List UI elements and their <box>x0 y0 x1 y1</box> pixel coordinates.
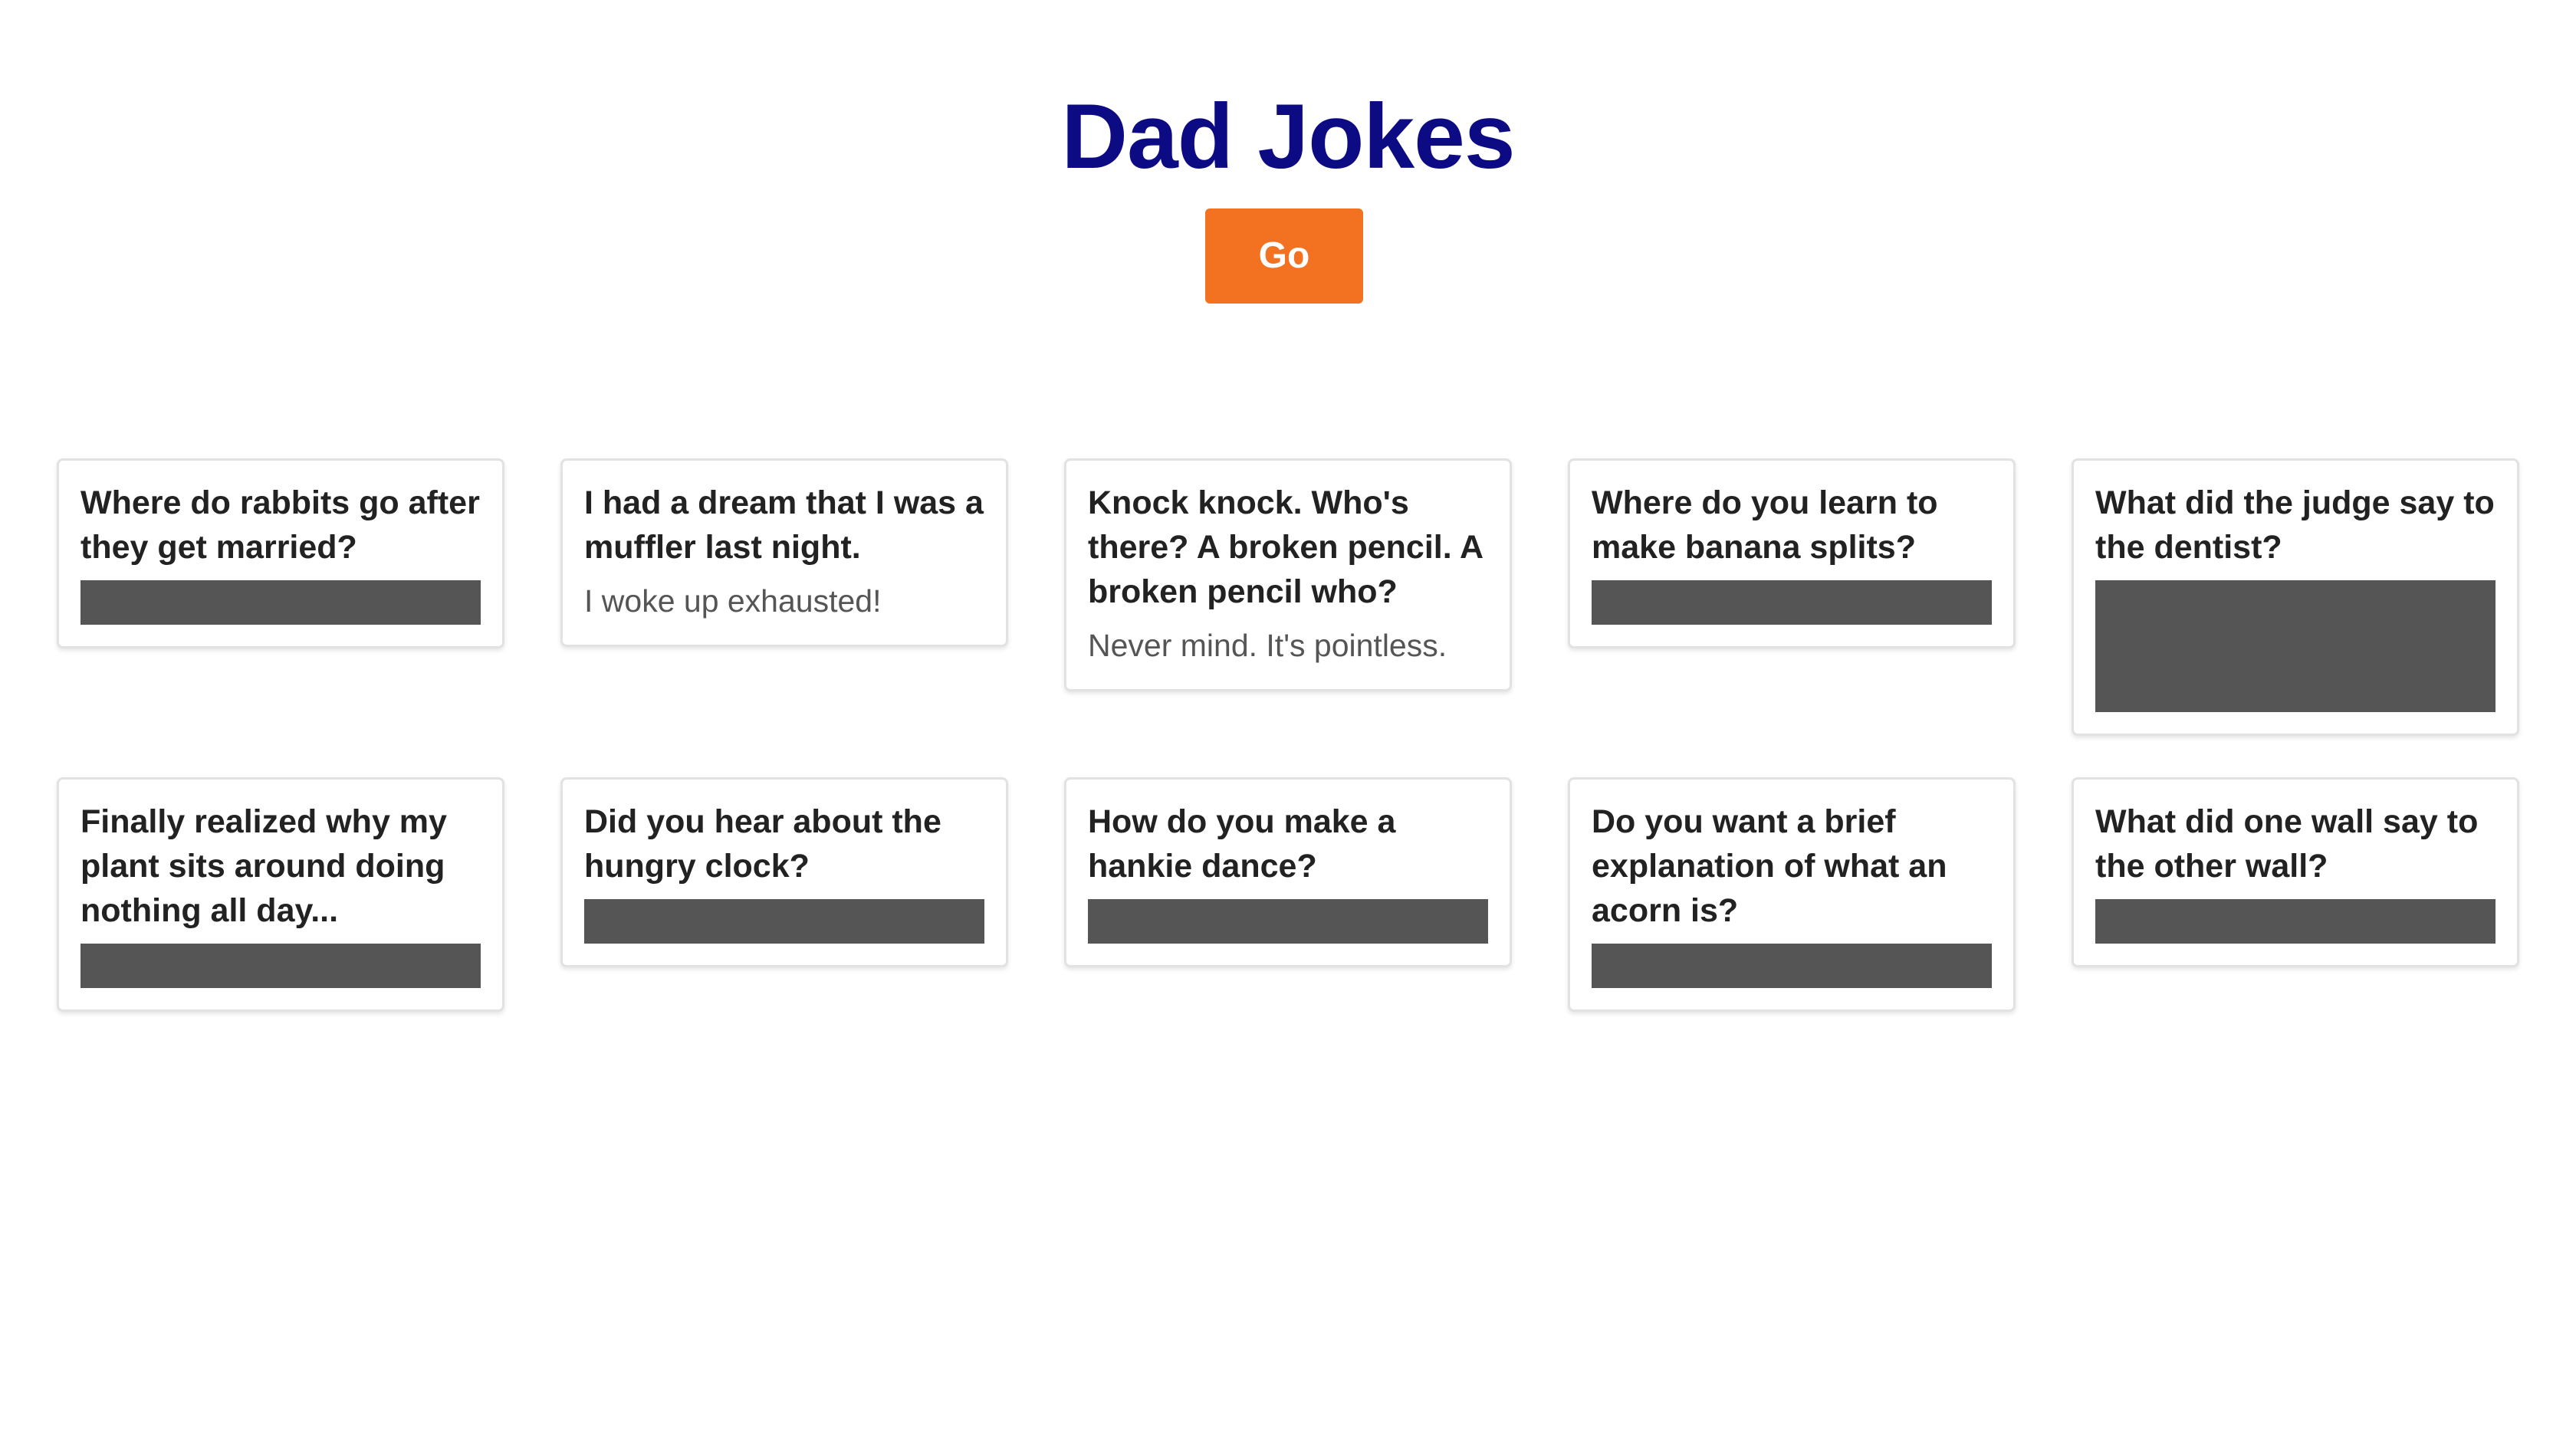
joke-card[interactable]: I had a dream that I was a muffler last … <box>560 458 1008 647</box>
joke-punchline: Never mind. It's pointless. <box>1088 628 1447 663</box>
joke-card[interactable]: What did one wall say to the other wall? <box>2072 777 2519 967</box>
jokes-grid: Where do rabbits go after they get marri… <box>57 458 2521 1012</box>
joke-setup: What did one wall say to the other wall? <box>2095 803 2479 885</box>
joke-card[interactable]: What did the judge say to the dentist? <box>2072 458 2519 736</box>
page-title: Dad Jokes <box>1061 85 1515 188</box>
joke-setup: Where do rabbits go after they get marri… <box>80 484 480 566</box>
hidden-punchline[interactable] <box>1088 899 1488 944</box>
joke-card[interactable]: Finally realized why my plant sits aroun… <box>57 777 504 1012</box>
hidden-punchline[interactable] <box>584 899 984 944</box>
hidden-punchline[interactable] <box>80 580 481 625</box>
joke-setup: How do you make a hankie dance? <box>1088 803 1396 885</box>
joke-card[interactable]: Do you want a brief explanation of what … <box>1568 777 2016 1012</box>
joke-punchline: I woke up exhausted! <box>584 583 882 619</box>
go-button[interactable]: Go <box>1205 208 1363 304</box>
hidden-punchline[interactable] <box>1592 580 1992 625</box>
joke-setup: Knock knock. Who's there? A broken penci… <box>1088 484 1483 610</box>
joke-card[interactable]: Where do you learn to make banana splits… <box>1568 458 2016 648</box>
hidden-punchline[interactable] <box>2095 899 2496 944</box>
hidden-punchline[interactable] <box>80 944 481 988</box>
joke-card[interactable]: Knock knock. Who's there? A broken penci… <box>1064 458 1512 691</box>
hidden-punchline[interactable] <box>1592 944 1992 988</box>
joke-card[interactable]: Did you hear about the hungry clock? <box>560 777 1008 967</box>
joke-setup: Do you want a brief explanation of what … <box>1592 803 1947 929</box>
joke-setup: Where do you learn to make banana splits… <box>1592 484 1938 566</box>
joke-card[interactable]: Where do rabbits go after they get marri… <box>57 458 504 648</box>
hidden-punchline[interactable] <box>2095 580 2496 712</box>
joke-setup: Did you hear about the hungry clock? <box>584 803 941 885</box>
joke-card[interactable]: How do you make a hankie dance? <box>1064 777 1512 967</box>
joke-setup: I had a dream that I was a muffler last … <box>584 484 984 566</box>
joke-setup: What did the judge say to the dentist? <box>2095 484 2495 566</box>
joke-setup: Finally realized why my plant sits aroun… <box>80 803 447 929</box>
